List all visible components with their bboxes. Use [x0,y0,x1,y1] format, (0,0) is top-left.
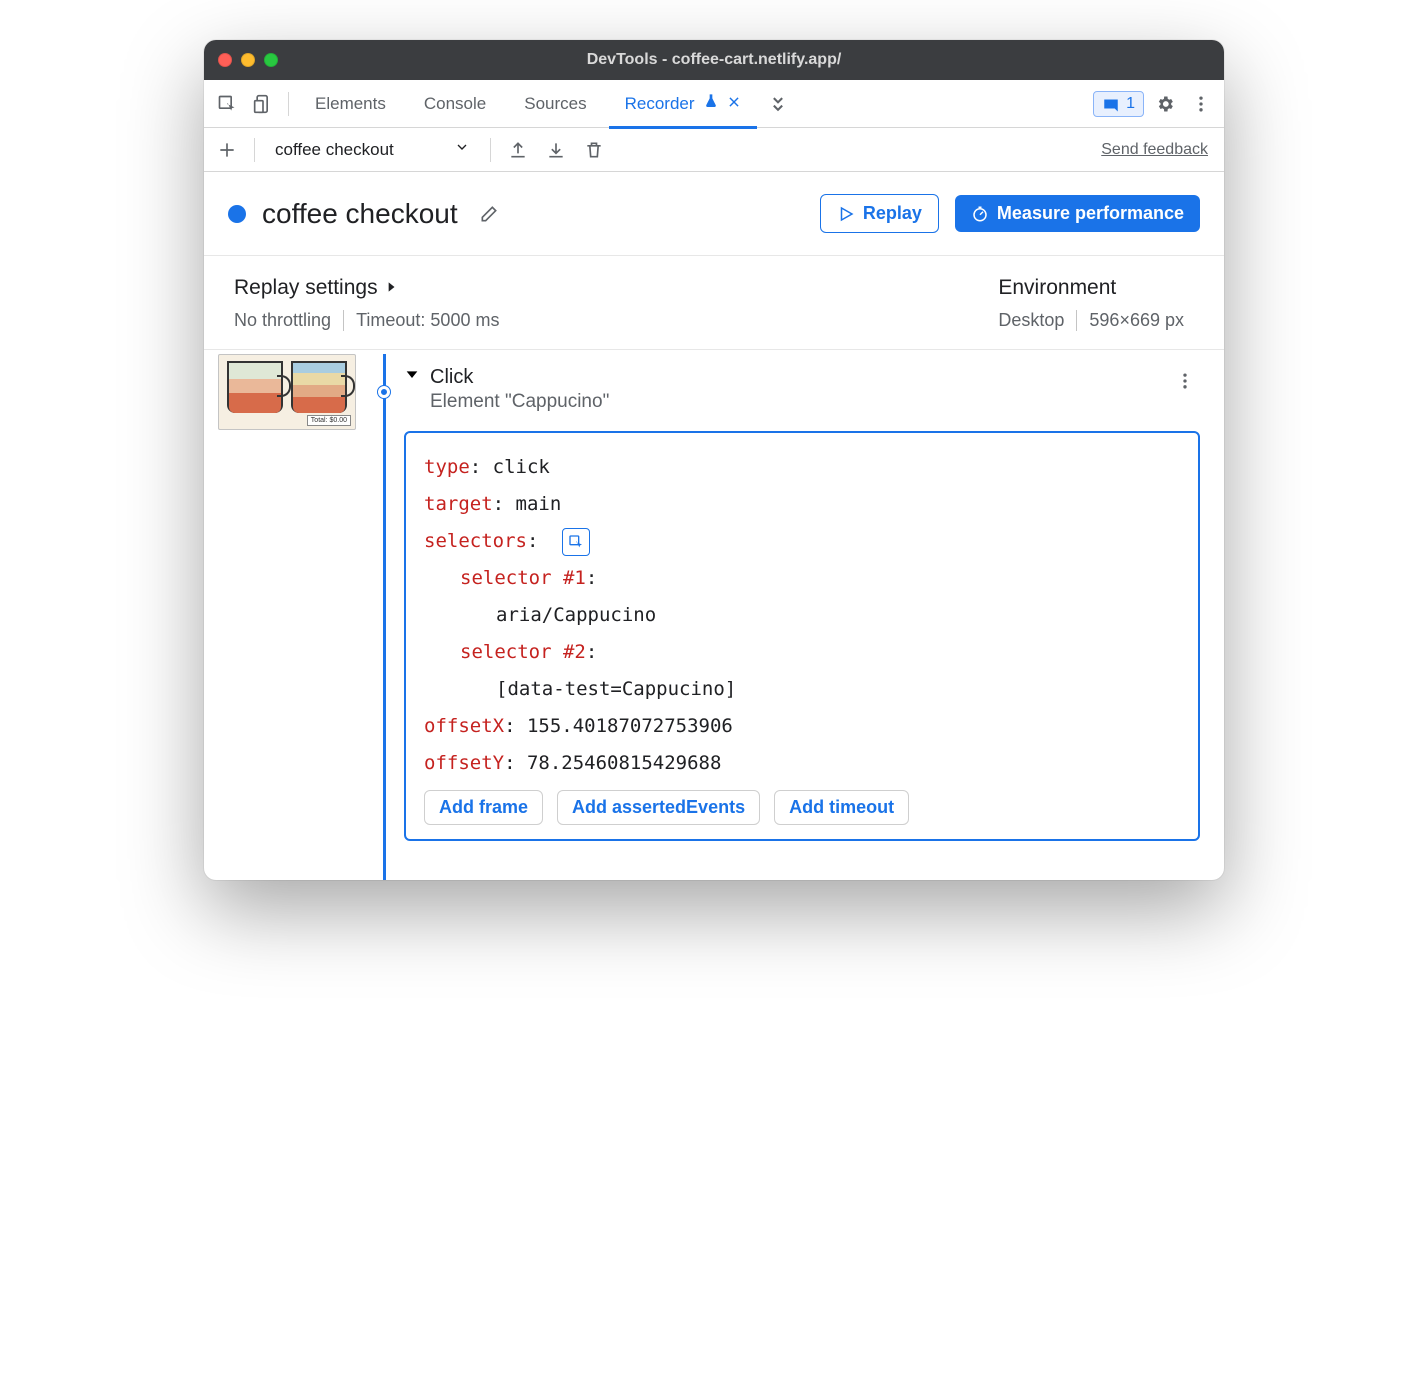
button-label: Replay [863,203,922,224]
step-detail: Click Element "Cappucino" type: click ta… [404,350,1224,880]
import-icon[interactable] [541,135,571,165]
maximize-window-button[interactable] [264,53,278,67]
collapse-step-icon[interactable] [404,366,420,387]
divider [254,138,255,162]
issues-button[interactable]: 1 [1093,91,1144,117]
window-titlebar: DevTools - coffee-cart.netlify.app/ [204,40,1224,80]
step-element-label: Element "Cappucino" [430,391,1160,413]
new-recording-icon[interactable] [212,135,242,165]
window-title: DevTools - coffee-cart.netlify.app/ [204,51,1224,69]
recording-select[interactable]: coffee checkout [267,135,478,164]
tab-elements[interactable]: Elements [299,80,402,128]
thumbnail-column: Total: $0.00 [204,350,364,880]
key: offsetY [424,752,504,774]
throttling-value: No throttling [234,310,343,331]
close-window-button[interactable] [218,53,232,67]
recording-status-dot [228,205,246,223]
section-title: Environment [998,276,1116,300]
step-menu-icon[interactable] [1170,366,1200,396]
devtools-window: DevTools - coffee-cart.netlify.app/ Elem… [204,40,1224,880]
delete-icon[interactable] [579,135,609,165]
thumb-price: Total: $0.00 [307,415,351,426]
recording-title: coffee checkout [262,198,458,230]
value[interactable]: 78.25460815429688 [527,752,721,774]
timeline-rail [364,350,404,880]
key: target [424,493,493,515]
devtools-tab-strip: Elements Console Sources Recorder 1 [204,80,1224,128]
add-asserted-events-button[interactable]: Add assertedEvents [557,790,760,825]
environment-settings: Environment Desktop 596×669 px [998,276,1196,331]
selector-value[interactable]: [data-test=Cappucino] [496,678,736,700]
send-feedback-link[interactable]: Send feedback [1101,141,1216,159]
viewport-value: 596×669 px [1076,310,1196,331]
minimize-window-button[interactable] [241,53,255,67]
tab-sources[interactable]: Sources [508,80,602,128]
key: selector #2 [460,641,586,663]
replay-settings[interactable]: Replay settings No throttling Timeout: 5… [234,276,511,331]
button-label: Measure performance [997,203,1184,224]
value[interactable]: 155.40187072753906 [527,715,733,737]
export-icon[interactable] [503,135,533,165]
value[interactable]: main [516,493,562,515]
more-tabs-icon[interactable] [763,89,793,119]
settings-gear-icon[interactable] [1150,89,1180,119]
close-tab-icon[interactable] [727,94,741,114]
device-value: Desktop [998,310,1076,331]
tab-recorder[interactable]: Recorder [609,80,757,128]
recording-header: coffee checkout Replay Measure performan… [204,172,1224,256]
settings-row: Replay settings No throttling Timeout: 5… [204,256,1224,350]
chevron-down-icon [454,139,470,160]
step-type-label: Click [430,366,1160,389]
key: type [424,456,470,478]
add-frame-button[interactable]: Add frame [424,790,543,825]
replay-settings-values: No throttling Timeout: 5000 ms [234,310,511,331]
add-timeout-button[interactable]: Add timeout [774,790,909,825]
divider [490,138,491,162]
replay-button[interactable]: Replay [820,194,939,233]
chevron-right-icon [384,276,398,300]
tab-label: Console [424,94,486,114]
tab-console[interactable]: Console [408,80,502,128]
step-thumbnail[interactable]: Total: $0.00 [218,354,356,430]
issues-count: 1 [1126,95,1135,113]
tab-label: Elements [315,94,386,114]
recording-select-value: coffee checkout [275,140,394,160]
section-title: Replay settings [234,276,378,300]
edit-title-icon[interactable] [474,199,504,229]
inspect-element-icon[interactable] [212,89,242,119]
traffic-lights [218,53,278,67]
key: selector #1 [460,567,586,589]
value[interactable]: click [493,456,550,478]
tab-label: Sources [524,94,586,114]
flask-icon [703,93,719,114]
measure-performance-button[interactable]: Measure performance [955,195,1200,232]
selector-value[interactable]: aria/Cappucino [496,604,656,626]
timeout-value: Timeout: 5000 ms [343,310,511,331]
steps-area: Total: $0.00 Click Element "Cappucino" [204,350,1224,880]
step-json-panel[interactable]: type: click target: main selectors: sele… [404,431,1200,841]
key: offsetX [424,715,504,737]
key: selectors [424,530,527,552]
recorder-toolbar: coffee checkout Send feedback [204,128,1224,172]
environment-values: Desktop 596×669 px [998,310,1196,331]
timeline-step-dot[interactable] [378,386,390,398]
tab-label: Recorder [625,94,695,114]
kebab-menu-icon[interactable] [1186,89,1216,119]
device-toolbar-icon[interactable] [248,89,278,119]
pick-selector-icon[interactable] [562,528,590,556]
divider [288,92,289,116]
